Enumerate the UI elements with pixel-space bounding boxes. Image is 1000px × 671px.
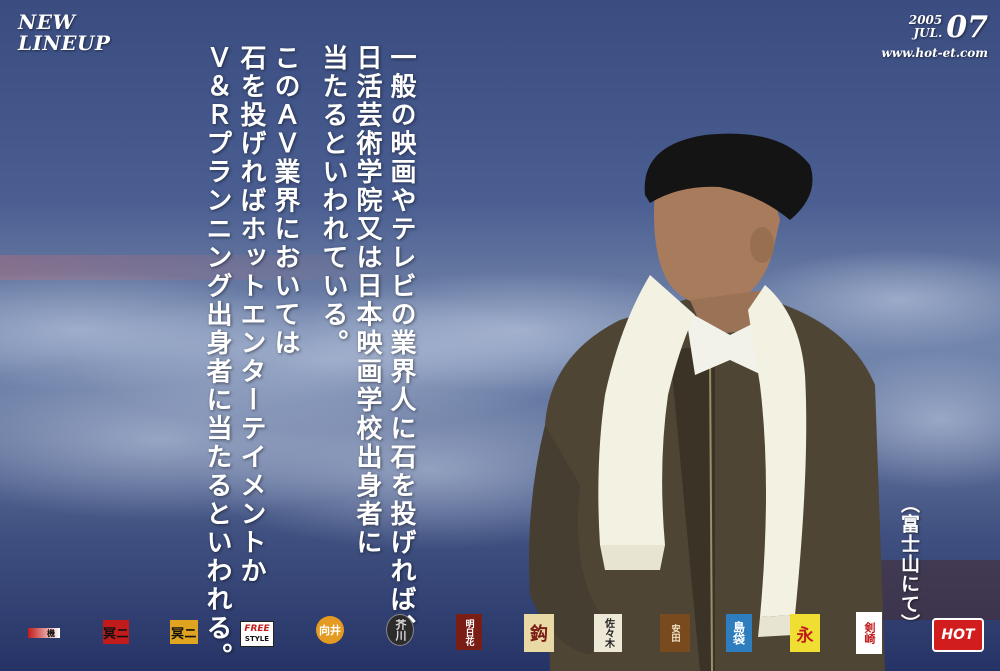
poster: NEW LINEUP 2005 JUL. 07 www.hot-et.com 一… <box>0 0 1000 671</box>
logo-10-icon[interactable]: 安田 <box>660 614 690 652</box>
copy-p2-line-2: 石を投げればホットエンターテイメントか <box>236 44 266 586</box>
copy-p2-line-3: Ｖ＆Ｒプランニング出身者に当たるといわれる。 <box>202 44 232 671</box>
copy-p1-line-1: 一般の映画やテレビの業界人に石を投げれば、 <box>386 44 416 643</box>
copy-p2-line-1: このＡＶ業界においては <box>270 44 300 358</box>
copy-p1-line-3: 当たるといわれている。 <box>318 44 348 358</box>
new-lineup-heading: NEW LINEUP <box>18 12 110 54</box>
logo-freestyle-icon[interactable]: FREE STYLE <box>240 621 274 647</box>
label-logo-strip: 機 冥ニ 冥ニ FREE STYLE 向井 芥川 明日花 鈎 佐々木 安田 島袋 … <box>0 612 1000 657</box>
logo-1-icon[interactable]: 機 <box>28 628 60 638</box>
logo-mukai-label: 向井 <box>319 624 341 637</box>
heading-line-1: NEW <box>18 10 76 34</box>
issue-info: 2005 JUL. 07 www.hot-et.com <box>881 10 988 61</box>
logo-2-icon[interactable]: 冥ニ <box>103 620 129 644</box>
logo-13-icon[interactable]: 剣崎 <box>856 612 882 654</box>
issue-number: 07 <box>946 10 988 45</box>
logo-akutagawa-icon[interactable]: 芥川 <box>386 614 414 646</box>
logo-12-icon[interactable]: 永 <box>790 614 820 652</box>
issue-month: JUL. <box>913 26 943 40</box>
logo-sasaki-icon[interactable]: 佐々木 <box>594 614 622 652</box>
vertical-copy: 一般の映画やテレビの業界人に石を投げれば、 日活芸術学院又は日本映画学校出身者に… <box>200 44 418 671</box>
website-link[interactable]: www.hot-et.com <box>881 46 988 60</box>
logo-sasaki-label: 佐々木 <box>602 618 614 648</box>
logo-shimabukuro-label: 島袋 <box>731 621 746 645</box>
logo-7-icon[interactable]: 明日花 <box>456 614 482 650</box>
logo-8-icon[interactable]: 鈎 <box>524 614 554 652</box>
logo-3-icon[interactable]: 冥ニ <box>170 620 198 644</box>
logo-hot-label: HOT <box>941 627 975 643</box>
logo-akutagawa-label: 芥川 <box>394 619 407 641</box>
man-in-beret-photo <box>529 133 885 671</box>
logo-shimabukuro-icon[interactable]: 島袋 <box>726 614 752 652</box>
heading-line-2: LINEUP <box>18 31 111 55</box>
logo-hot-icon[interactable]: HOT <box>932 618 984 652</box>
logo-mukai-icon[interactable]: 向井 <box>316 616 344 644</box>
copy-p1-line-2: 日活芸術学院又は日本映画学校出身者に <box>352 44 382 557</box>
